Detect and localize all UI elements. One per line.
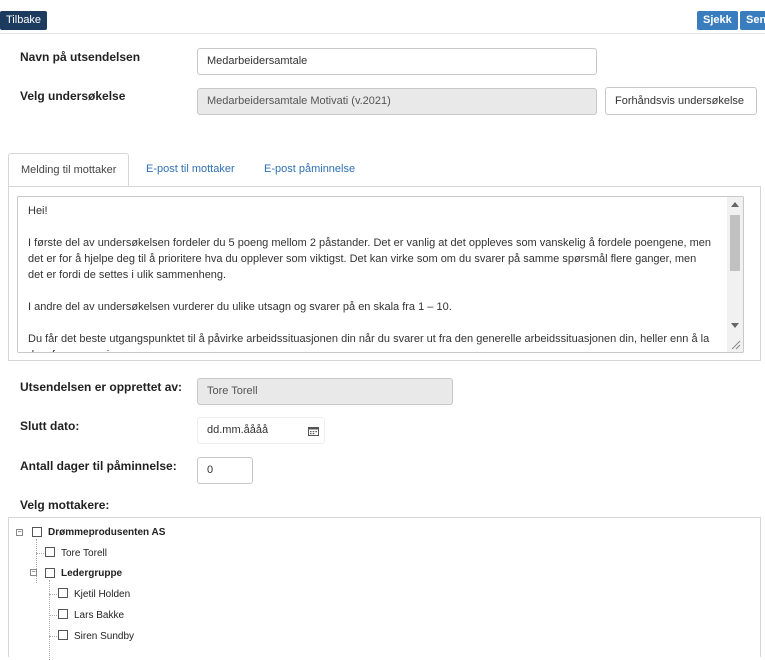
message-paragraph: Hei!	[28, 205, 48, 217]
tree-node-company[interactable]: Drømmeprodusenten AS	[48, 527, 165, 538]
tree-connector	[49, 615, 57, 616]
tree-connector	[49, 636, 57, 637]
message-paragraph: Du får det beste utgangspunktet til å på…	[28, 333, 710, 352]
tab-message[interactable]: Melding til mottaker	[8, 153, 130, 187]
send-button[interactable]: Sen	[740, 11, 765, 30]
message-paragraph: I andre del av undersøkelsen vurderer du…	[28, 301, 452, 313]
message-paragraph: I første del av undersøkelsen fordeler d…	[28, 237, 712, 281]
tree-node-person[interactable]: Siren Sundby	[74, 631, 134, 642]
reminder-days-label: Antall dager til påminnelse:	[20, 459, 177, 473]
tree-connector	[36, 553, 44, 554]
survey-select[interactable]: Medarbeidersamtale Motivati (v.2021)	[197, 88, 597, 115]
preview-survey-button[interactable]: Forhåndsvis undersøkelse	[605, 87, 757, 115]
recipients-label: Velg mottakere:	[20, 498, 110, 512]
tree-node-person[interactable]: Kjetil Holden	[74, 589, 130, 600]
checkbox-person[interactable]	[58, 609, 68, 619]
checkbox-person[interactable]	[45, 547, 55, 557]
scroll-thumb[interactable]	[730, 215, 740, 271]
tree-connector	[49, 580, 50, 660]
check-button[interactable]: Sjekk	[697, 11, 738, 30]
checkbox-person[interactable]	[58, 588, 68, 598]
calendar-icon[interactable]	[308, 426, 319, 436]
end-date-placeholder: dd.mm.åååå	[207, 424, 269, 436]
checkbox-person[interactable]	[58, 630, 68, 640]
message-textarea[interactable]: Hei! I første del av undersøkelsen forde…	[17, 196, 744, 353]
tree-node-person[interactable]: Tore Torell	[61, 548, 107, 559]
tree-connector	[36, 539, 37, 583]
collapse-icon[interactable]: −	[16, 529, 23, 536]
tree-node-group[interactable]: Ledergruppe	[61, 568, 122, 579]
tree-connector	[49, 594, 57, 595]
toolbar-divider	[0, 33, 765, 34]
end-date-input[interactable]: dd.mm.åååå	[197, 417, 325, 444]
checkbox-group[interactable]	[45, 568, 55, 578]
name-input[interactable]: Medarbeidersamtale	[197, 48, 597, 75]
scroll-down-icon[interactable]	[731, 323, 739, 328]
name-label: Navn på utsendelsen	[20, 50, 141, 64]
tab-email[interactable]: E-post til mottaker	[146, 153, 235, 187]
textarea-scrollbar[interactable]	[727, 197, 743, 352]
reminder-days-input[interactable]: 0	[197, 457, 253, 484]
back-button[interactable]: Tilbake	[0, 11, 48, 30]
tab-panel: Hei! I første del av undersøkelsen forde…	[8, 186, 761, 361]
checkbox-company[interactable]	[32, 527, 42, 537]
scroll-up-icon[interactable]	[731, 202, 739, 207]
recipients-tree: − Drømmeprodusenten AS Tore Torell − Led…	[8, 517, 761, 660]
created-by-field: Tore Torell	[197, 378, 453, 405]
created-by-label: Utsendelsen er opprettet av:	[20, 380, 183, 394]
resize-handle-icon[interactable]	[731, 340, 741, 350]
end-date-label: Slutt dato:	[20, 419, 80, 433]
tab-reminder[interactable]: E-post påminnelse	[264, 153, 355, 187]
tree-node-person[interactable]: Lars Bakke	[74, 610, 124, 621]
survey-label: Velg undersøkelse	[20, 89, 126, 103]
collapse-icon[interactable]: −	[30, 569, 37, 576]
